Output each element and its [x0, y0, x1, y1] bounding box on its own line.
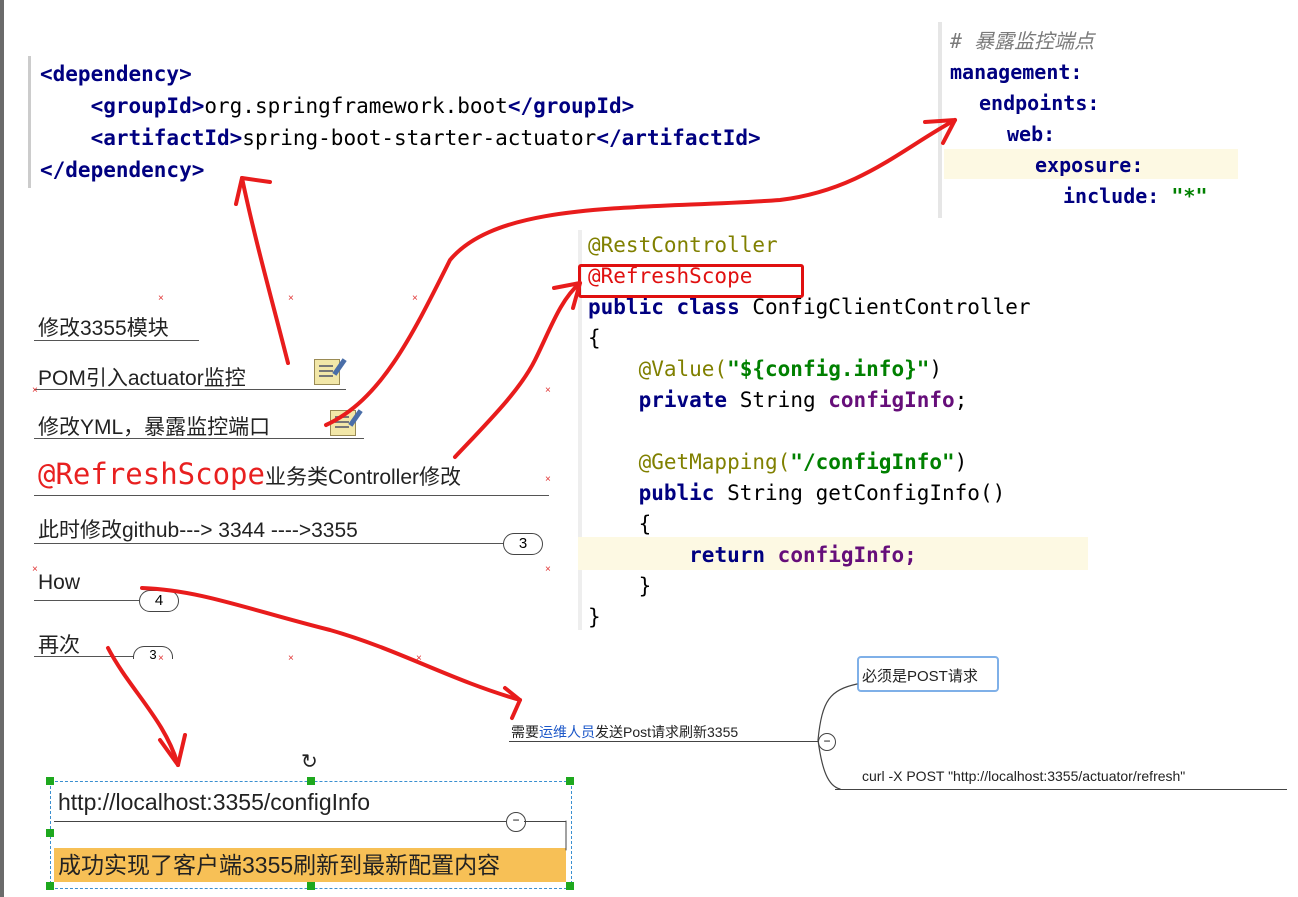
arrow-pom-to-dependency: [240, 176, 290, 365]
branch-line: [817, 683, 858, 741]
arrow-yml-to-config: [324, 118, 957, 427]
arrow-how-to-post: [140, 586, 522, 702]
arrow-head: [503, 686, 522, 720]
annotation-overlay: [106, 118, 957, 851]
arrow-head: [234, 176, 272, 206]
arrow-refresh-to-annotation: [453, 281, 582, 459]
branch-line: [817, 739, 841, 790]
